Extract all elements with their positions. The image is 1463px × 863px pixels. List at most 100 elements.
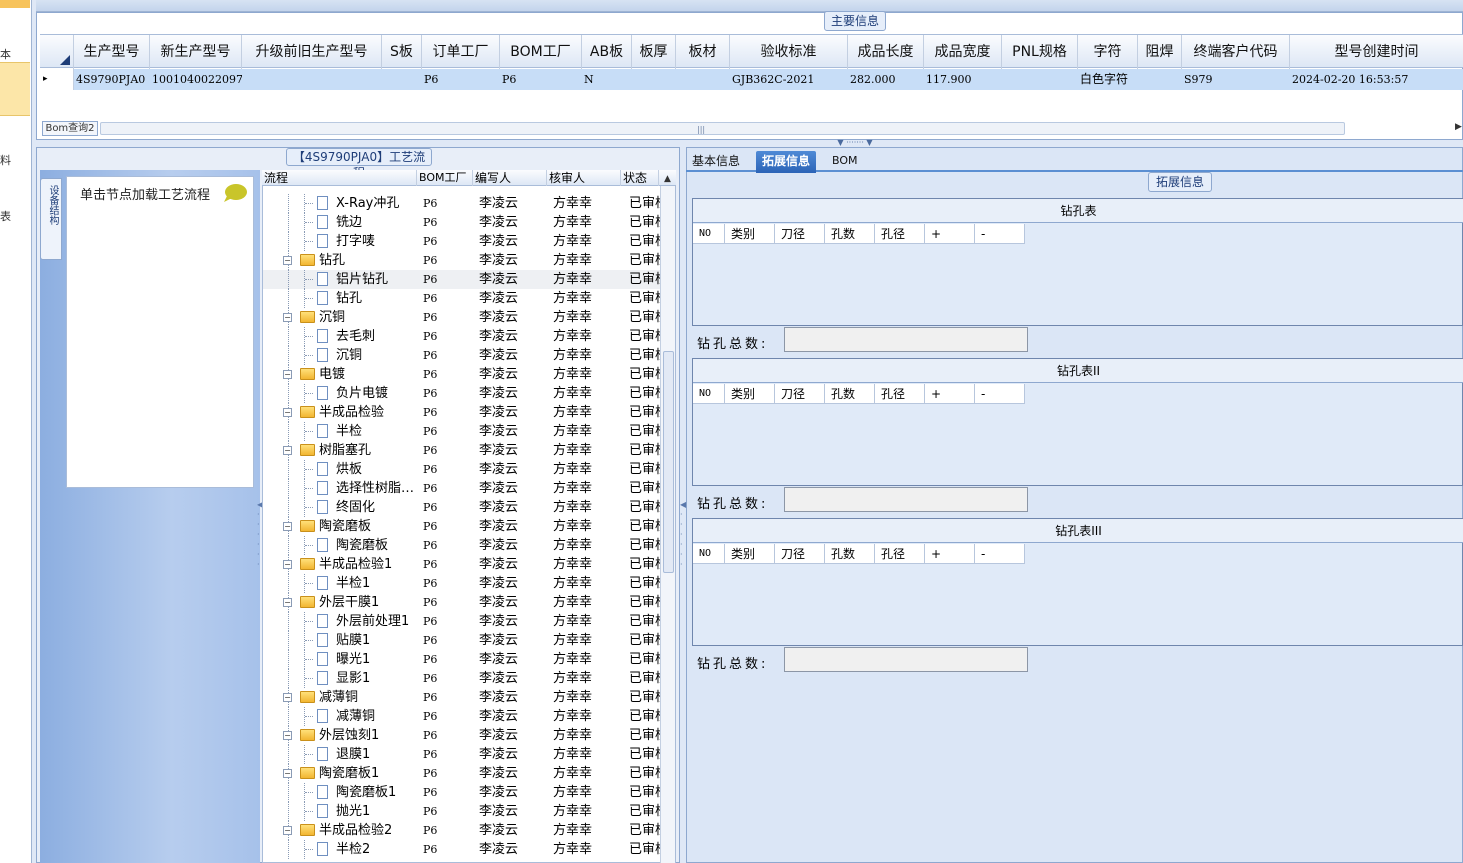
cell-char[interactable]: 白色字符 — [1078, 69, 1138, 90]
splitter-handle[interactable]: ▼ ······· ▼ — [826, 139, 884, 147]
nav-top-selected[interactable] — [0, 0, 30, 8]
tree-row[interactable]: 钻孔 P6 李凌云 方幸幸 已审核 — [263, 289, 660, 308]
collapse-toggle-icon[interactable]: − — [283, 598, 292, 607]
drill-col-diameter[interactable]: 孔径 — [875, 224, 925, 244]
hint-box[interactable] — [66, 176, 254, 488]
tree-scroll-thumb[interactable] — [663, 351, 674, 573]
drill-total-input[interactable] — [784, 647, 1028, 672]
tree-row[interactable]: − 半成品检验1 P6 李凌云 方幸幸 已审核 — [263, 555, 660, 574]
col-header[interactable]: AB板 — [582, 35, 632, 69]
tree-row[interactable]: 半检 P6 李凌云 方幸幸 已审核 — [263, 422, 660, 441]
tree-row[interactable]: 沉铜 P6 李凌云 方幸幸 已审核 — [263, 346, 660, 365]
tree-col-reviewer[interactable]: 核审人 — [547, 170, 621, 186]
col-header[interactable]: 新生产型号 — [150, 35, 242, 69]
tab-bom[interactable]: BOM — [826, 151, 864, 173]
col-header[interactable]: 升级前旧生产型号 — [242, 35, 382, 69]
drill-add-button[interactable]: + — [925, 224, 975, 244]
col-header[interactable]: PNL规格 — [1002, 35, 1078, 69]
cell-thickness[interactable] — [632, 69, 676, 90]
row-indicator-header[interactable] — [40, 35, 74, 69]
drill-col-type[interactable]: 类别 — [725, 544, 775, 564]
tree-col-factory[interactable]: BOM工厂 — [417, 170, 473, 186]
tree-vscrollbar[interactable]: ▲ — [660, 174, 675, 863]
drill-col-count[interactable]: 孔数 — [825, 224, 875, 244]
col-header[interactable]: 生产型号 — [74, 35, 150, 69]
drill-col-type[interactable]: 类别 — [725, 384, 775, 404]
col-header[interactable]: 成品宽度 — [924, 35, 1002, 69]
collapse-toggle-icon[interactable]: − — [283, 522, 292, 531]
collapse-toggle-icon[interactable]: − — [283, 408, 292, 417]
main-info-row[interactable]: ▸ 4S9790PJA0 10010400220978 P6 P6 N GJB3… — [40, 69, 1463, 90]
tree-row[interactable]: 铣边 P6 李凌云 方幸幸 已审核 — [263, 213, 660, 232]
col-header[interactable]: 成品长度 — [848, 35, 924, 69]
drill-total-input[interactable] — [784, 487, 1028, 512]
tab-basic-info[interactable]: 基本信息 — [686, 151, 746, 173]
cell-created[interactable]: 2024-02-20 16:53:57 — [1290, 69, 1463, 90]
col-header[interactable]: 字符 — [1078, 35, 1138, 69]
scroll-right-arrow-icon[interactable]: ▶ — [1455, 122, 1462, 132]
device-structure-tab[interactable]: 设备结构 — [40, 178, 62, 260]
cell-s-board[interactable] — [382, 69, 422, 90]
tree-row[interactable]: 铝片钻孔 P6 李凌云 方幸幸 已审核 — [263, 270, 660, 289]
tree-row[interactable]: 退膜1 P6 李凌云 方幸幸 已审核 — [263, 745, 660, 764]
drill-add-button[interactable]: + — [925, 384, 975, 404]
drill-col-tool[interactable]: 刀径 — [775, 544, 825, 564]
cell-prod-model[interactable]: 4S9790PJA0 — [74, 69, 150, 90]
drill-add-button[interactable]: + — [925, 544, 975, 564]
drill-total-input[interactable] — [784, 327, 1028, 352]
middle-collapse-handle[interactable]: ◀ · · · · · · — [680, 500, 686, 570]
cell-bom-factory[interactable]: P6 — [500, 69, 582, 90]
tree-row[interactable]: 减薄铜 P6 李凌云 方幸幸 已审核 — [263, 707, 660, 726]
tree-row[interactable]: − 半成品检验2 P6 李凌云 方幸幸 已审核 — [263, 821, 660, 840]
collapse-toggle-icon[interactable]: − — [283, 560, 292, 569]
tree-row[interactable]: − 陶瓷磨板 P6 李凌云 方幸幸 已审核 — [263, 517, 660, 536]
tree-col-writer[interactable]: 编写人 — [473, 170, 547, 186]
tree-row[interactable]: − 减薄铜 P6 李凌云 方幸幸 已审核 — [263, 688, 660, 707]
drill-remove-button[interactable]: - — [975, 544, 1025, 564]
drill-col-type[interactable]: 类别 — [725, 224, 775, 244]
drill-remove-button[interactable]: - — [975, 384, 1025, 404]
col-header[interactable]: 验收标准 — [730, 35, 848, 69]
collapse-toggle-icon[interactable]: − — [283, 731, 292, 740]
tree-row[interactable]: 曝光1 P6 李凌云 方幸幸 已审核 — [263, 650, 660, 669]
tree-row[interactable]: 陶瓷磨板1 P6 李凌云 方幸幸 已审核 — [263, 783, 660, 802]
nav-selected-item[interactable] — [0, 62, 30, 116]
tree-row[interactable]: 选择性树脂… P6 李凌云 方幸幸 已审核 — [263, 479, 660, 498]
tree-row[interactable]: − 沉铜 P6 李凌云 方幸幸 已审核 — [263, 308, 660, 327]
tree-row[interactable]: 终固化 P6 李凌云 方幸幸 已审核 — [263, 498, 660, 517]
col-header[interactable]: 终端客户代码 — [1182, 35, 1290, 69]
collapse-toggle-icon[interactable]: − — [283, 693, 292, 702]
cell-customer[interactable]: S979 — [1182, 69, 1290, 90]
tree-col-status[interactable]: 状态 — [621, 170, 659, 186]
tree-row[interactable]: 显影1 P6 李凌云 方幸幸 已审核 — [263, 669, 660, 688]
tree-row[interactable]: − 钻孔 P6 李凌云 方幸幸 已审核 — [263, 251, 660, 270]
cell-order-factory[interactable]: P6 — [422, 69, 500, 90]
drill-col-no[interactable]: NO — [693, 544, 725, 564]
drill-col-no[interactable]: NO — [693, 224, 725, 244]
nav-char-2[interactable]: 料 — [0, 152, 11, 168]
col-header[interactable]: 板厚 — [632, 35, 676, 69]
col-header[interactable]: 订单工厂 — [422, 35, 500, 69]
bom-query-tab[interactable]: Bom查询2 — [42, 121, 98, 136]
tree-row[interactable]: 打字唛 P6 李凌云 方幸幸 已审核 — [263, 232, 660, 251]
row-marker-icon[interactable]: ▸ — [40, 69, 74, 90]
tree-row[interactable]: 负片电镀 P6 李凌云 方幸幸 已审核 — [263, 384, 660, 403]
collapse-toggle-icon[interactable]: − — [283, 313, 292, 322]
tree-row[interactable]: X-Ray冲孔 P6 李凌云 方幸幸 已审核 — [263, 194, 660, 213]
nav-char-3[interactable]: 表 — [0, 208, 11, 224]
drill-col-tool[interactable]: 刀径 — [775, 224, 825, 244]
tree-row[interactable]: − 外层干膜1 P6 李凌云 方幸幸 已审核 — [263, 593, 660, 612]
tree-row[interactable]: 贴膜1 P6 李凌云 方幸幸 已审核 — [263, 631, 660, 650]
tree-row[interactable]: − 陶瓷磨板1 P6 李凌云 方幸幸 已审核 — [263, 764, 660, 783]
main-hscrollbar[interactable]: ||| — [100, 122, 1345, 135]
tree-row[interactable]: 半检2 P6 李凌云 方幸幸 已审核 — [263, 840, 660, 859]
tree-col-flow[interactable]: 流程 — [262, 170, 417, 186]
drill-remove-button[interactable]: - — [975, 224, 1025, 244]
tree-row[interactable]: 陶瓷磨板 P6 李凌云 方幸幸 已审核 — [263, 536, 660, 555]
drill-col-count[interactable]: 孔数 — [825, 384, 875, 404]
collapse-toggle-icon[interactable]: − — [283, 446, 292, 455]
col-header[interactable]: BOM工厂 — [500, 35, 582, 69]
cell-width[interactable]: 117.900 — [924, 69, 1002, 90]
cell-ab-board[interactable]: N — [582, 69, 632, 90]
drill-col-count[interactable]: 孔数 — [825, 544, 875, 564]
